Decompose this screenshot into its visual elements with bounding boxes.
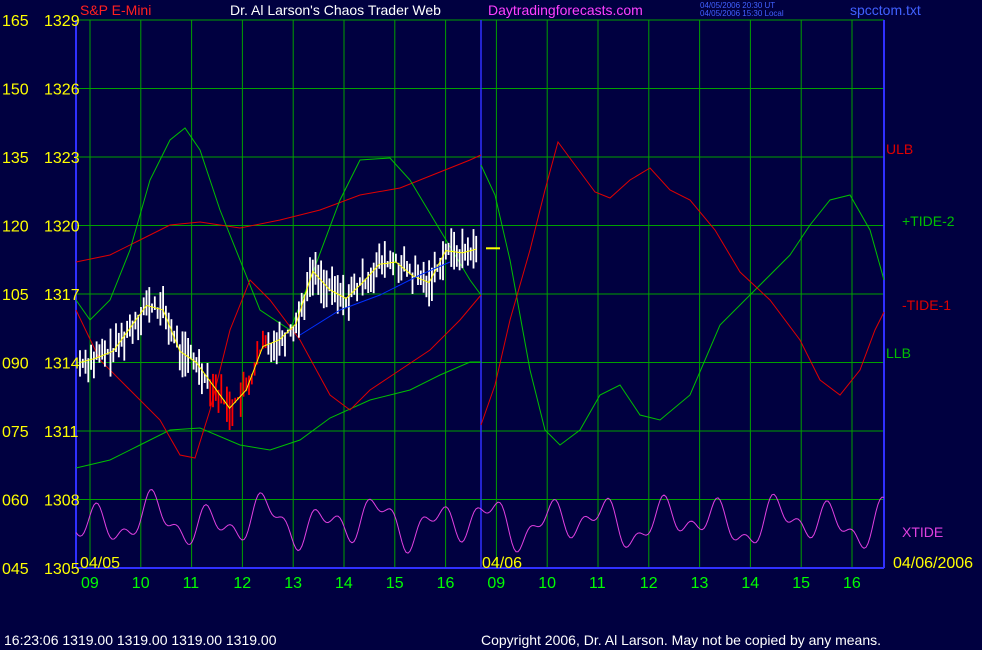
hour-label: 13 [284, 575, 302, 592]
series-label: +TIDE-2 [902, 213, 955, 229]
tide2-curve-day2 [480, 164, 885, 446]
y-scale-label: 075 [2, 424, 29, 441]
y-scale-label: 060 [2, 493, 29, 510]
series-label: XTIDE [902, 524, 943, 540]
hour-label: 14 [741, 575, 759, 592]
chart-curves [75, 127, 885, 554]
hour-label: 16 [437, 575, 455, 592]
price-scale-label: 1308 [44, 493, 80, 510]
y-scale-label: 120 [2, 219, 29, 236]
tide1-curve-day2 [480, 140, 885, 426]
hour-label: 09 [81, 575, 99, 592]
y-scale-label: 105 [2, 287, 29, 304]
hour-label: 13 [691, 575, 709, 592]
y-scale-label: 165 [2, 13, 29, 30]
hour-label: 12 [640, 575, 658, 592]
price-scale-label: 1311 [44, 424, 79, 441]
ulb-curve [75, 154, 482, 263]
price-chart: 165 150 135 120 105 090 075 060 045 1329 1326 1323 1… [2, 13, 973, 592]
price-scale-label: 1305 [44, 561, 80, 578]
price-scale-label: 1320 [44, 219, 80, 236]
date-label-mid: 04/06 [482, 555, 522, 572]
series-label: LLB [886, 345, 911, 361]
hour-label: 16 [843, 575, 861, 592]
price-scale-label: 1323 [44, 150, 80, 167]
chart-labels: 165 150 135 120 105 090 075 060 045 1329 1326 1323 1… [2, 13, 973, 592]
y-scale-label: 045 [2, 561, 29, 578]
price-scale-label: 1326 [44, 82, 80, 99]
hour-label: 14 [335, 575, 353, 592]
hour-label: 15 [386, 575, 404, 592]
status-line: 16:23:06 1319.00 1319.00 1319.00 1319.00 [4, 632, 277, 648]
date-label-end: 04/06/2006 [893, 555, 973, 572]
hour-label: 11 [589, 575, 606, 592]
price-scale-label: 1314 [44, 356, 80, 373]
y-scale-label: 135 [2, 150, 29, 167]
moving-average-line [299, 261, 451, 336]
price-scale-label: 1317 [44, 287, 80, 304]
copyright: Copyright 2006, Dr. Al Larson. May not b… [481, 632, 882, 648]
date-label-start: 04/05 [80, 555, 120, 572]
y-scale-label: 090 [2, 356, 29, 373]
y-scale-label: 150 [2, 82, 29, 99]
hour-label: 12 [233, 575, 251, 592]
price-average-line [79, 248, 477, 409]
tide2-curve-day1 [75, 127, 482, 331]
hour-label: 09 [487, 575, 505, 592]
hour-label: 10 [132, 575, 150, 592]
price-scale-label: 1329 [44, 13, 80, 30]
series-label: -TIDE-1 [902, 297, 951, 313]
series-label: ULB [886, 141, 913, 157]
hour-label: 10 [538, 575, 556, 592]
hour-label: 11 [183, 575, 200, 592]
llb-curve [75, 361, 481, 469]
hour-label: 15 [792, 575, 810, 592]
